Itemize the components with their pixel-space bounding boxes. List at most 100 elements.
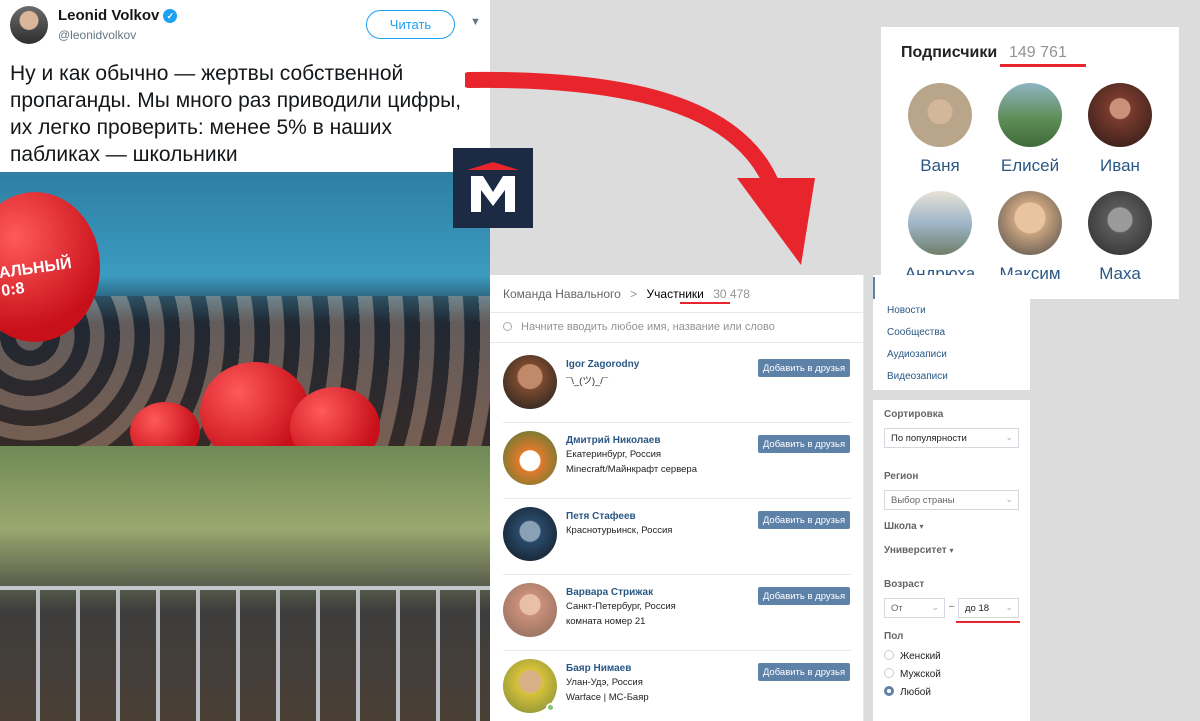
add-friend-button[interactable]: Добавить в друзья: [758, 511, 850, 529]
chevron-down-icon: ⌄: [1005, 432, 1013, 442]
avatar[interactable]: [908, 191, 972, 255]
age-label: Возраст: [884, 579, 925, 590]
radio-selected-icon: [884, 686, 894, 696]
member-name[interactable]: Баяр Нимаев: [566, 663, 631, 674]
member-info: Warface | MC-Баяр: [566, 692, 649, 703]
age-range-dash: –: [949, 601, 955, 612]
subscriber-item[interactable]: Иван: [1075, 83, 1165, 176]
subscriber-name[interactable]: Маха: [1075, 264, 1165, 284]
breadcrumb-parent[interactable]: Команда Навального: [503, 287, 621, 301]
rally-photo-top: АЛЬНЫЙ 0:8: [0, 172, 490, 446]
school-filter[interactable]: Школа ▾: [884, 521, 924, 532]
avatar[interactable]: [1088, 191, 1152, 255]
chevron-down-icon[interactable]: ▼: [470, 16, 481, 28]
tweet-handle[interactable]: @leonidvolkov: [58, 28, 136, 42]
gender-option-label: Мужской: [900, 669, 941, 680]
menu-item-audio[interactable]: Аудиозаписи: [887, 349, 947, 360]
members-panel: Команда Навального > Участники 30 478 На…: [490, 275, 864, 721]
online-status-icon: [546, 703, 555, 712]
red-arrow-icon: [465, 71, 815, 265]
avatar[interactable]: [1088, 83, 1152, 147]
sort-value: По популярности: [891, 433, 967, 444]
search-icon: [503, 322, 512, 331]
chevron-down-icon: ⌄: [1005, 494, 1013, 504]
list-item: Дмитрий Николаев Екатеринбург, Россия Mi…: [490, 423, 864, 499]
tweet-text: Ну и как обычно — жертвы собственной про…: [10, 62, 462, 166]
tweet-author[interactable]: Leonid Volkov ✓: [58, 7, 178, 24]
member-city: Екатеринбург, Россия: [566, 449, 662, 460]
subscriber-item[interactable]: Елисей: [985, 83, 1075, 176]
fence: [0, 586, 490, 721]
member-city: Улан-Удэ, Россия: [566, 677, 643, 688]
tweet-card: Leonid Volkov ✓ @leonidvolkov Читать ▼ Ну…: [0, 0, 490, 172]
members-count: 30 478: [713, 287, 750, 301]
add-friend-button[interactable]: Добавить в друзья: [758, 359, 850, 377]
gender-option-label: Любой: [900, 687, 931, 698]
gender-option-label: Женский: [900, 651, 941, 662]
rally-photo-bottom: [0, 446, 490, 721]
search-input[interactable]: Начните вводить любое имя, название или …: [503, 321, 775, 333]
add-friend-button[interactable]: Добавить в друзья: [758, 587, 850, 605]
university-filter[interactable]: Университет ▾: [884, 545, 953, 556]
age-from-select[interactable]: От ⌄: [884, 598, 945, 618]
follow-button[interactable]: Читать: [366, 10, 455, 39]
gender-any-radio[interactable]: Любой: [884, 686, 931, 698]
list-item: Баяр Нимаев Улан-Удэ, Россия Warface | M…: [490, 651, 864, 721]
sort-select[interactable]: По популярности ⌄: [884, 428, 1019, 448]
subscriber-name[interactable]: Ваня: [895, 156, 985, 176]
chevron-down-icon: ▾: [919, 522, 924, 531]
gender-male-radio[interactable]: Мужской: [884, 668, 941, 680]
region-select[interactable]: Выбор страны ⌄: [884, 490, 1019, 510]
member-name[interactable]: Дмитрий Николаев: [566, 435, 660, 446]
highlight-underline: [680, 302, 730, 304]
search-placeholder: Начните вводить любое имя, название или …: [521, 321, 775, 333]
menu-item-communities[interactable]: Сообщества: [887, 327, 945, 338]
avatar[interactable]: [503, 431, 557, 485]
subscribers-count: 149 761: [1009, 44, 1067, 61]
chevron-down-icon: ⌄: [1005, 602, 1013, 612]
subscriber-name[interactable]: Иван: [1075, 156, 1165, 176]
avatar[interactable]: [503, 355, 557, 409]
avatar[interactable]: [908, 83, 972, 147]
radio-icon: [884, 650, 894, 660]
age-from-value: От: [891, 603, 903, 614]
university-label: Университет: [884, 545, 947, 556]
subscriber-item[interactable]: Максим: [985, 191, 1075, 284]
avatar[interactable]: [998, 191, 1062, 255]
subscriber-item[interactable]: Андрюха: [895, 191, 985, 284]
menu-active-indicator: [873, 277, 875, 299]
side-menu: Новости Сообщества Аудиозаписи Видеозапи…: [873, 275, 1030, 390]
avatar[interactable]: [503, 507, 557, 561]
subscribers-title: Подписчики: [901, 44, 998, 61]
breadcrumb: Команда Навального > Участники 30 478: [503, 287, 750, 301]
subscriber-item[interactable]: Маха: [1075, 191, 1165, 284]
age-to-value: до 18: [965, 603, 990, 614]
member-name[interactable]: Петя Стафеев: [566, 511, 636, 522]
highlight-underline: [1000, 64, 1086, 67]
member-info: комната номер 21: [566, 616, 646, 627]
breadcrumb-current: Участники: [646, 287, 704, 301]
gender-female-radio[interactable]: Женский: [884, 650, 941, 662]
verified-icon: ✓: [163, 9, 178, 23]
age-to-select[interactable]: до 18 ⌄: [958, 598, 1019, 618]
subscriber-item[interactable]: Ваня: [895, 83, 985, 176]
tweet-author-name[interactable]: Leonid Volkov: [58, 7, 159, 24]
menu-item-video[interactable]: Видеозаписи: [887, 371, 948, 382]
member-name[interactable]: Варвара Стрижак: [566, 587, 653, 598]
chevron-down-icon: ▾: [949, 546, 954, 555]
add-friend-button[interactable]: Добавить в друзья: [758, 435, 850, 453]
highlight-underline: [956, 621, 1020, 623]
subscriber-name[interactable]: Елисей: [985, 156, 1075, 176]
list-item: Петя Стафеев Краснотурьинск, Россия Доба…: [490, 499, 864, 575]
tweet-avatar[interactable]: [10, 6, 48, 44]
menu-item-news[interactable]: Новости: [887, 305, 926, 316]
avatar[interactable]: [503, 583, 557, 637]
region-label: Регион: [884, 471, 919, 482]
add-friend-button[interactable]: Добавить в друзья: [758, 663, 850, 681]
avatar[interactable]: [998, 83, 1062, 147]
member-name[interactable]: Igor Zagorodny: [566, 359, 639, 370]
gender-label: Пол: [884, 631, 904, 642]
member-info: Minecraft/Майнкрафт сервера: [566, 464, 697, 475]
list-item: Варвара Стрижак Санкт-Петербург, Россия …: [490, 575, 864, 651]
breadcrumb-separator: >: [630, 287, 638, 301]
